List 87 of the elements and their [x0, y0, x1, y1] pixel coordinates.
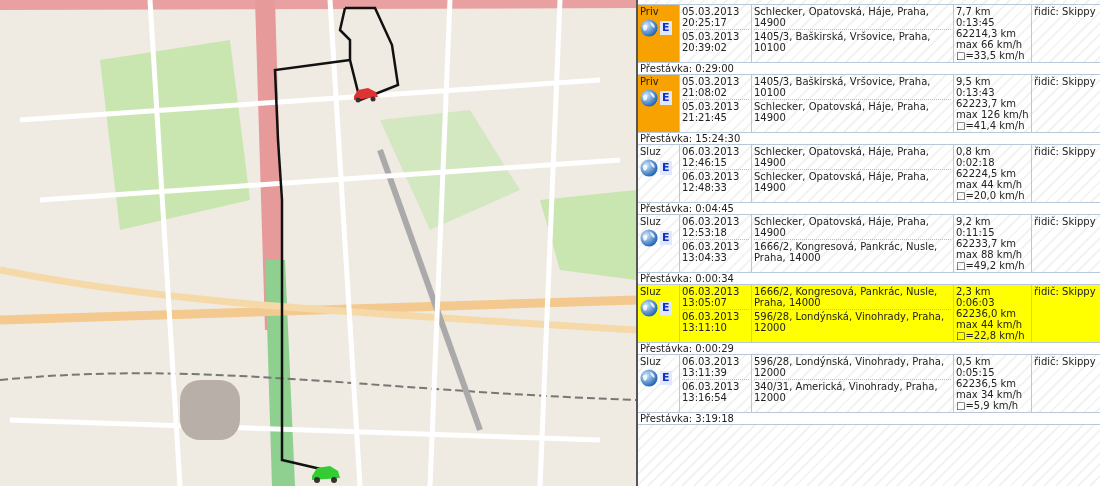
- address-text: Schlecker, Opatovská, Háje, Praha, 14900: [754, 6, 951, 30]
- trip-type-label: Sluz: [640, 216, 662, 227]
- driver-text: řidič: Skippy: [1034, 76, 1096, 87]
- date-time-text: 05.03.2013 20:39:02: [682, 31, 741, 53]
- trip-stat-text: 0:13:43: [956, 87, 996, 98]
- trip-stat-text: □=41,4 km/h: [956, 120, 1026, 131]
- trip-type-label: Sluz: [640, 146, 662, 157]
- date-time-text: 06.03.2013 12:46:15: [682, 146, 749, 170]
- trip-type-label: Priv: [640, 6, 660, 17]
- trip-stat-text: □=49,2 km/h: [956, 260, 1026, 271]
- trip-stat-text: 2,3 km: [956, 286, 992, 297]
- trip-stat-text: □=22,8 km/h: [956, 330, 1026, 341]
- globe-icon[interactable]: [640, 89, 658, 107]
- pause-text: Přestávka: 0:00:29: [640, 343, 734, 354]
- e-badge[interactable]: E: [660, 231, 672, 245]
- trip-stat-text: max 44 km/h: [956, 179, 1024, 190]
- date-time-text: 05.03.2013 21:21:45: [682, 101, 741, 123]
- date-time-text: 06.03.2013 12:53:18: [682, 216, 749, 240]
- trip-stat-text: 9,5 km: [956, 76, 992, 87]
- e-badge[interactable]: E: [660, 161, 672, 175]
- address-text: Schlecker, Opatovská, Háje, Praha, 14900: [754, 216, 951, 240]
- trip-stat-text: 0:06:03: [956, 297, 996, 308]
- date-time-text: 05.03.2013 21:08:02: [682, 76, 749, 100]
- date-time-text: 06.03.2013 13:04:33: [682, 241, 741, 263]
- address-text: 596/28, Londýnská, Vinohrady, Praha, 12000: [754, 311, 946, 333]
- driver-text: řidič: Skippy: [1034, 146, 1096, 157]
- trip-stat-text: 0,8 km: [956, 146, 992, 157]
- address-text: 340/31, Americká, Vinohrady, Praha, 12000: [754, 381, 939, 403]
- address-text: 596/28, Londýnská, Vinohrady, Praha, 12000: [754, 356, 951, 380]
- e-badge[interactable]: E: [660, 371, 672, 385]
- trip-stat-text: 0:11:15: [956, 227, 996, 238]
- trip-stat-text: 7,7 km: [956, 6, 992, 17]
- trip-type-label: Sluz: [640, 286, 662, 297]
- trip-stat-text: 0:13:45: [956, 17, 996, 28]
- driver-text: řidič: Skippy: [1034, 6, 1096, 17]
- trip-stat-text: max 126 km/h: [956, 109, 1029, 120]
- trip-stat-text: 62224,5 km: [956, 168, 1018, 179]
- date-time-text: 06.03.2013 13:16:54: [682, 381, 741, 403]
- driver-text: řidič: Skippy: [1034, 216, 1096, 227]
- trip-stat-text: □=5,9 km/h: [956, 400, 1020, 411]
- date-time-text: 06.03.2013 12:48:33: [682, 171, 741, 193]
- globe-icon[interactable]: [640, 299, 658, 317]
- trip-stat-text: max 88 km/h: [956, 249, 1024, 260]
- address-text: 1405/3, Baškirská, Vršovice, Praha, 10100: [754, 31, 932, 53]
- trip-stat-text: 62236,0 km: [956, 308, 1018, 319]
- address-text: Schlecker, Opatovská, Háje, Praha, 14900: [754, 101, 930, 123]
- address-text: 1666/2, Kongresová, Pankrác, Nusle, Praha, 14000: [754, 286, 951, 310]
- address-text: Schlecker, Opatovská, Háje, Praha, 14900: [754, 146, 951, 170]
- trip-stat-text: max 44 km/h: [956, 319, 1024, 330]
- e-badge[interactable]: E: [660, 91, 672, 105]
- globe-icon[interactable]: [640, 229, 658, 247]
- trip-stat-text: □=33,5 km/h: [956, 50, 1026, 61]
- trip-stat-text: 62214,3 km: [956, 28, 1018, 39]
- globe-icon[interactable]: [640, 19, 658, 37]
- trip-stat-text: 62233,7 km: [956, 238, 1018, 249]
- date-time-text: 06.03.2013 13:05:07: [682, 286, 749, 310]
- pause-text: Přestávka: 0:29:00: [640, 63, 734, 74]
- address-text: 1405/3, Baškirská, Vršovice, Praha, 10100: [754, 76, 951, 100]
- trip-type-label: Priv: [640, 76, 660, 87]
- driver-text: řidič: Skippy: [1034, 286, 1096, 297]
- trip-stat-text: max 66 km/h: [956, 39, 1024, 50]
- pause-text: Přestávka: 0:04:45: [640, 203, 734, 214]
- trip-stat-text: 0:02:18: [956, 157, 996, 168]
- pause-text: Přestávka: 3:19:18: [640, 413, 734, 424]
- date-time-text: 06.03.2013 13:11:39: [682, 356, 749, 380]
- globe-icon[interactable]: [640, 369, 658, 387]
- trip-stat-text: 62223,7 km: [956, 98, 1018, 109]
- trip-stat-text: max 34 km/h: [956, 389, 1024, 400]
- date-time-text: 05.03.2013 20:25:17: [682, 6, 749, 30]
- car-icon: [312, 466, 340, 483]
- date-time-text: 06.03.2013 13:11:10: [682, 311, 741, 333]
- address-text: Schlecker, Opatovská, Háje, Praha, 14900: [754, 171, 930, 193]
- trip-stat-text: 62236,5 km: [956, 378, 1018, 389]
- pause-text: Přestávka: 0:00:34: [640, 273, 734, 284]
- trip-stat-text: 0,5 km: [956, 356, 992, 367]
- pause-text: Přestávka: 15:24:30: [640, 133, 741, 144]
- car-icon: [354, 88, 378, 103]
- trip-stat-text: 9,2 km: [956, 216, 992, 227]
- trip-stat-text: □=20,0 km/h: [956, 190, 1026, 201]
- address-text: 1666/2, Kongresová, Pankrác, Nusle, Praha, 14000: [754, 241, 939, 263]
- trip-stat-text: 0:05:15: [956, 367, 996, 378]
- e-badge[interactable]: E: [660, 301, 672, 315]
- trip-row[interactable]: [638, 285, 1100, 343]
- trip-type-label: Sluz: [640, 356, 662, 367]
- e-badge[interactable]: E: [660, 21, 672, 35]
- globe-icon[interactable]: [640, 159, 658, 177]
- driver-text: řidič: Skippy: [1034, 356, 1096, 367]
